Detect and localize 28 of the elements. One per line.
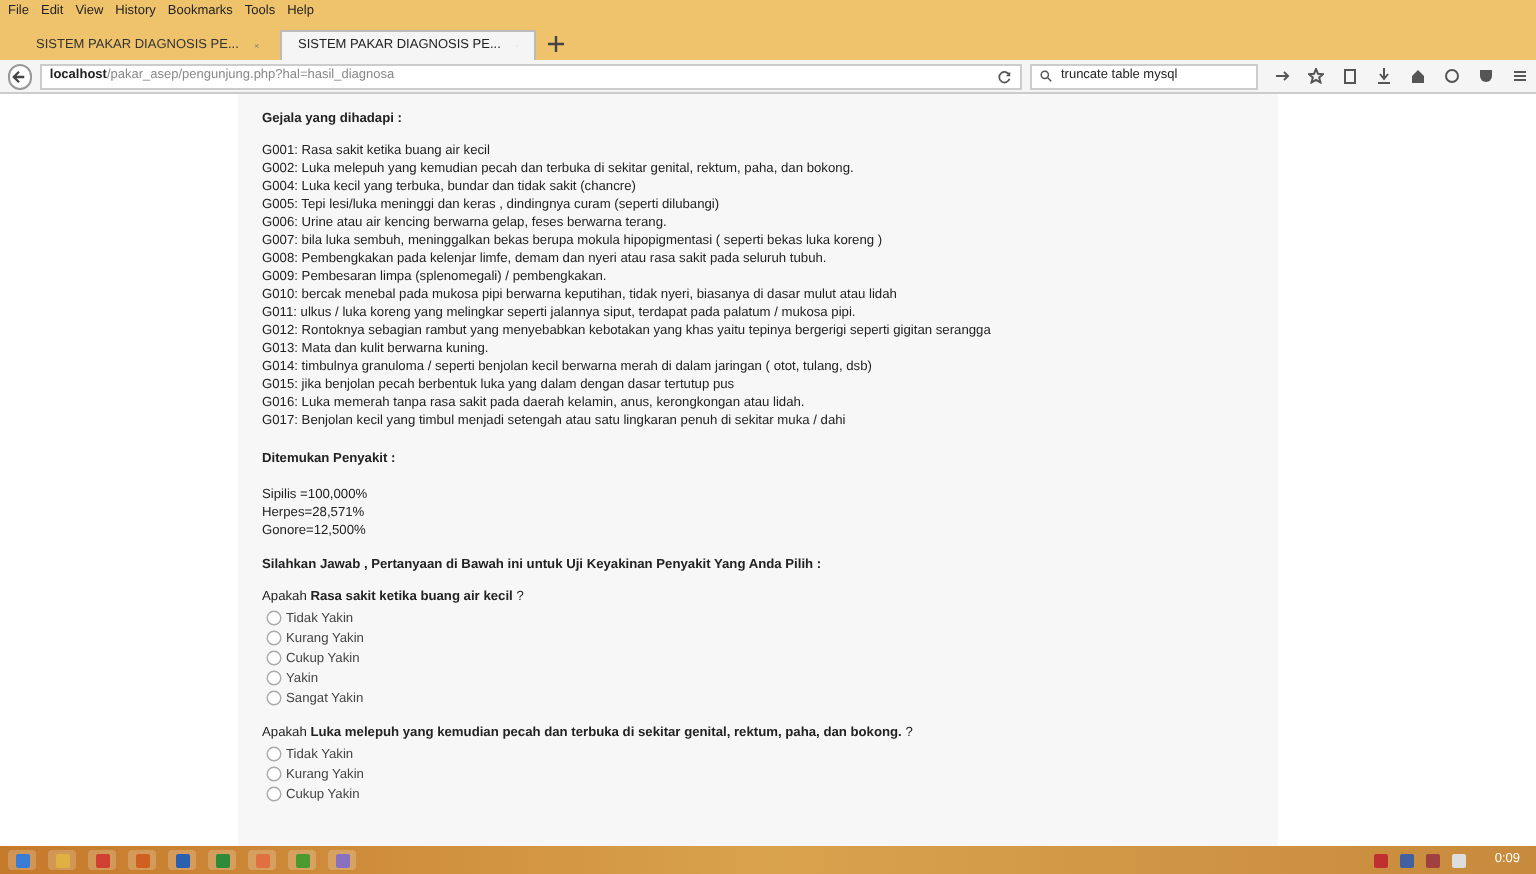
star-icon[interactable] (1308, 68, 1324, 84)
start-button[interactable] (8, 850, 36, 870)
back-button[interactable] (8, 63, 32, 89)
radio-button[interactable] (266, 766, 282, 782)
arrow-icon[interactable] (1274, 68, 1290, 84)
shield-icon[interactable] (1478, 68, 1494, 84)
radio-button[interactable] (266, 630, 282, 646)
taskbar-app-icon[interactable] (248, 850, 276, 870)
back-arrow-icon[interactable] (12, 69, 27, 83)
radio-button[interactable] (266, 690, 282, 706)
radio-button[interactable] (266, 650, 282, 666)
taskbar-app-icon[interactable] (208, 850, 236, 870)
radio-button[interactable] (266, 786, 282, 802)
radio-button[interactable] (266, 610, 282, 626)
taskbar-app-icon[interactable] (328, 850, 356, 870)
radio-button[interactable] (266, 746, 282, 762)
reload-icon[interactable] (998, 69, 1013, 83)
home-icon[interactable] (1410, 68, 1426, 84)
menu-icon[interactable] (1512, 68, 1528, 84)
search-icon (1040, 70, 1053, 82)
taskbar-app-icon[interactable] (48, 850, 76, 870)
taskbar-app-icon[interactable] (288, 850, 316, 870)
download-icon[interactable] (1376, 68, 1392, 84)
radio-button[interactable] (266, 670, 282, 686)
taskbar-app-icon[interactable] (168, 850, 196, 870)
new-tab-icon[interactable] (548, 36, 564, 52)
taskbar-app-icon[interactable] (128, 850, 156, 870)
taskbar-app-icon[interactable] (88, 850, 116, 870)
